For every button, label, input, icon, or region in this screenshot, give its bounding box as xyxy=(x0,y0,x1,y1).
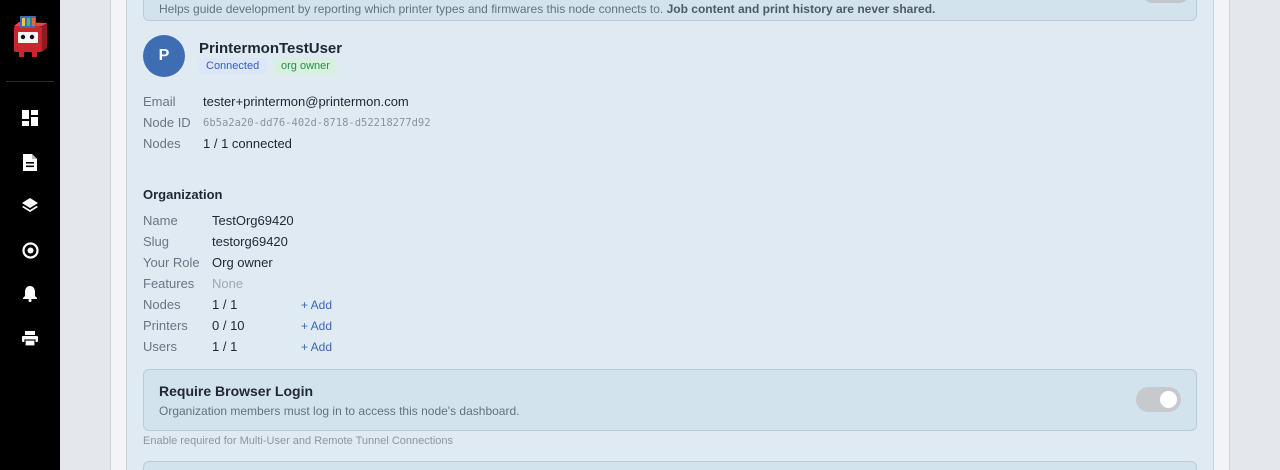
nodes-label: Nodes xyxy=(143,136,181,151)
org-slug-value: testorg69420 xyxy=(212,234,288,249)
add-node-link[interactable]: + Add xyxy=(301,298,332,312)
telemetry-toggle[interactable] xyxy=(1144,0,1188,3)
node-id-label: Node ID xyxy=(143,115,191,130)
node-id-value: 6b5a2a20-dd76-402d-8718-d52218277d92 xyxy=(203,117,431,129)
org-slug-label: Slug xyxy=(143,234,170,249)
layers-icon[interactable] xyxy=(20,196,40,216)
email-value: tester+printermon@printermon.com xyxy=(203,94,409,109)
org-printers-value: 0 / 10 xyxy=(212,318,245,333)
add-user-link[interactable]: + Add xyxy=(301,340,332,354)
avatar: P xyxy=(143,35,185,77)
org-nodes-label: Nodes xyxy=(143,297,181,312)
org-features-value: None xyxy=(212,276,244,291)
browser-login-description: Organization members must log in to acce… xyxy=(159,404,520,418)
connected-badge: Connected xyxy=(199,58,267,75)
app-logo[interactable] xyxy=(11,14,49,58)
org-role-label: Your Role xyxy=(143,255,200,270)
document-icon[interactable] xyxy=(20,152,40,172)
org-name-label: Name xyxy=(143,213,178,228)
dashboard-icon[interactable] xyxy=(20,108,40,128)
org-users-label: Users xyxy=(143,339,177,354)
telemetry-banner-text: Helps guide development by reporting whi… xyxy=(159,2,936,16)
user-name: PrintermonTestUser xyxy=(199,40,343,57)
next-settings-card xyxy=(143,461,1197,470)
org-printers-label: Printers xyxy=(143,318,188,333)
add-printer-link[interactable]: + Add xyxy=(301,319,332,333)
org-role-value: Org owner xyxy=(212,255,273,270)
role-badge: org owner xyxy=(274,58,337,75)
org-features-label: Features xyxy=(143,276,195,291)
target-icon[interactable] xyxy=(20,240,40,260)
browser-login-title: Require Browser Login xyxy=(159,383,314,399)
browser-login-card: Require Browser Login Organization membe… xyxy=(143,369,1197,431)
sidebar xyxy=(0,0,60,470)
browser-login-hint: Enable required for Multi-User and Remot… xyxy=(143,435,453,447)
org-nodes-value: 1 / 1 xyxy=(212,297,238,312)
nodes-value: 1 / 1 connected xyxy=(203,136,292,151)
browser-login-toggle[interactable] xyxy=(1136,387,1181,412)
email-label: Email xyxy=(143,94,176,109)
bell-icon[interactable] xyxy=(20,284,40,304)
printer-icon[interactable] xyxy=(20,328,40,348)
telemetry-banner: Helps guide development by reporting whi… xyxy=(143,0,1197,21)
toggle-knob xyxy=(1160,391,1177,408)
org-users-value: 1 / 1 xyxy=(212,339,238,354)
organization-heading: Organization xyxy=(143,187,223,202)
sidebar-divider xyxy=(6,81,54,82)
org-name-value: TestOrg69420 xyxy=(212,213,294,228)
